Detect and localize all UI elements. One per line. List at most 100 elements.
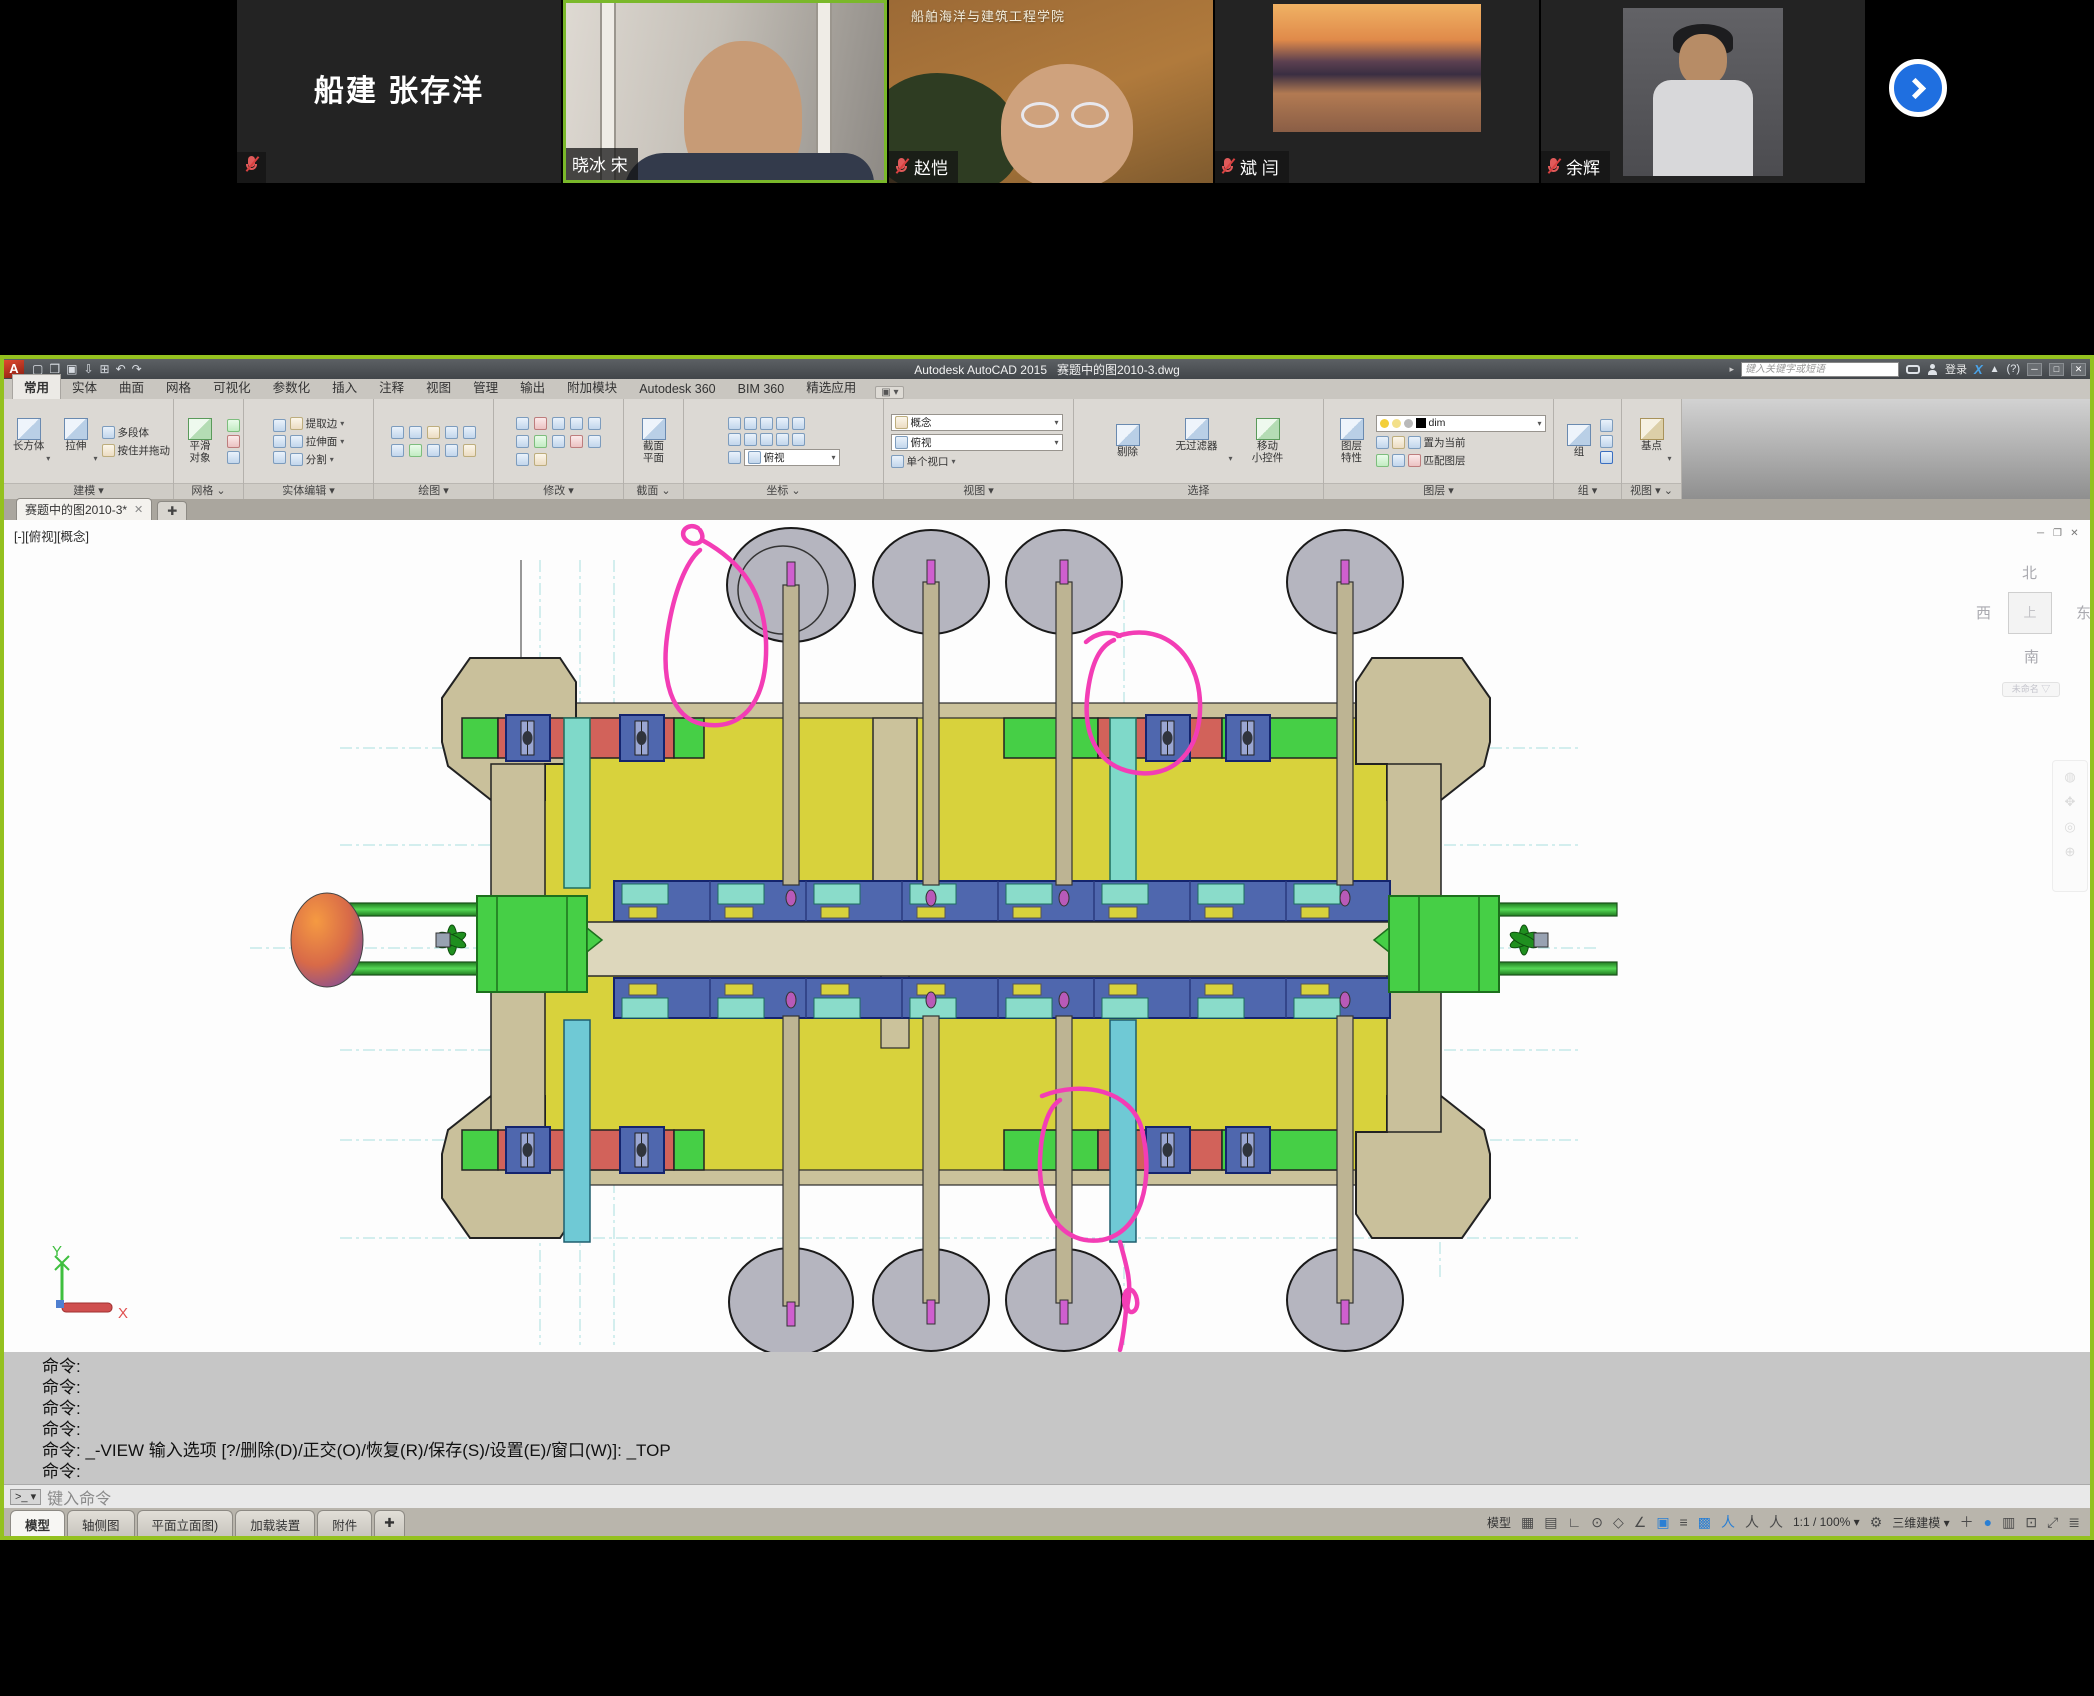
doc-minimize-icon[interactable]: ─	[2034, 528, 2047, 540]
tab-featured-apps[interactable]: 精选应用	[795, 375, 867, 399]
presspull-button[interactable]: 按住并拖动	[102, 443, 171, 458]
view-direction-dropdown[interactable]: 俯视▾	[891, 434, 1063, 451]
participant-tile[interactable]: 斌 闫	[1215, 0, 1539, 183]
viewcube-top-face[interactable]: 上	[2008, 592, 2052, 634]
customization-plus-icon[interactable]: ＋	[1960, 1512, 1974, 1532]
tab-surface[interactable]: 曲面	[108, 375, 155, 399]
polygon-icon[interactable]	[427, 444, 440, 457]
drawing-canvas[interactable]: Y X [-][俯视][概念] ─ ❐ ✕ 北 西 东 南 上 未命名 ▽ ◍ …	[4, 520, 2090, 1352]
ucs-zaxis-icon[interactable]	[776, 433, 789, 446]
hardware-acceleration-icon[interactable]: ●	[1984, 1514, 1992, 1530]
tab-solid[interactable]: 实体	[61, 375, 108, 399]
participant-tile[interactable]: 余辉	[1541, 0, 1865, 183]
box-button[interactable]: 长方体▾	[7, 418, 50, 464]
spline-icon[interactable]	[463, 426, 476, 439]
exchange-apps-icon[interactable]: ▲	[1990, 364, 2000, 375]
tab-home[interactable]: 常用	[12, 374, 61, 399]
ucs-z-icon[interactable]	[760, 433, 773, 446]
doc-restore-icon[interactable]: ❐	[2051, 528, 2064, 540]
command-input[interactable]: 键入命令	[47, 1485, 111, 1509]
match-layer-button[interactable]: 匹配图层	[1376, 453, 1466, 468]
workspace-gear-icon[interactable]: ⚙	[1870, 1514, 1883, 1531]
tab-parametric[interactable]: 参数化	[262, 375, 322, 399]
tab-visualize[interactable]: 可视化	[202, 375, 262, 399]
clean-screen-icon[interactable]: ⤢	[2047, 1514, 2058, 1531]
ucs-3point-icon[interactable]	[792, 433, 805, 446]
customize-menu-icon[interactable]: ≣	[2068, 1514, 2080, 1531]
panel-label[interactable]: 实体编辑 ▾	[244, 483, 373, 499]
copy-icon[interactable]	[570, 417, 583, 430]
new-drawing-tab-button[interactable]: ✚	[157, 501, 187, 520]
autodesk360-icon[interactable]: X	[1974, 362, 1983, 377]
signin-button[interactable]: 登录	[1945, 361, 1967, 377]
next-participants-button[interactable]	[1889, 59, 1947, 117]
panel-label[interactable]: 选择	[1074, 483, 1323, 499]
navigation-bar[interactable]: ◍ ✥ ◎ ⊕	[2052, 760, 2088, 892]
user-icon[interactable]	[1927, 364, 1938, 375]
viewcube-west[interactable]: 西	[1976, 602, 1991, 623]
fillet-icon[interactable]	[516, 435, 529, 448]
polar-tracking-icon[interactable]: ⊙	[1591, 1514, 1603, 1531]
panel-label[interactable]: 网格 ⌄	[174, 483, 243, 499]
ortho-icon[interactable]: ∟	[1568, 1514, 1582, 1530]
annotation-monitor-icon[interactable]: ▥	[2002, 1514, 2015, 1531]
ellipse-icon[interactable]	[409, 444, 422, 457]
ucs-view-dropdown[interactable]: 俯视▾	[744, 449, 840, 466]
new-layout-button[interactable]: ✚	[374, 1510, 404, 1536]
tab-mesh[interactable]: 网格	[155, 375, 202, 399]
stretch-icon[interactable]	[534, 453, 547, 466]
culling-button[interactable]: 剔除	[1099, 424, 1157, 458]
mirror-icon[interactable]	[588, 417, 601, 430]
viewcube-east[interactable]: 东	[2076, 602, 2090, 623]
polysolid-button[interactable]: 多段体	[102, 425, 150, 440]
tab-axonometric[interactable]: 轴侧图	[67, 1510, 135, 1536]
autoscale-icon[interactable]: 人	[1745, 1512, 1759, 1532]
hatch-icon[interactable]	[463, 444, 476, 457]
mesh-crease-icon[interactable]	[227, 451, 240, 464]
group-edit-icon[interactable]	[1600, 435, 1613, 448]
xline-icon[interactable]	[391, 444, 404, 457]
minimize-button[interactable]: ─	[2027, 363, 2042, 376]
section-plane-button[interactable]: 截面平面	[628, 418, 680, 464]
set-current-button[interactable]: 置为当前	[1376, 435, 1466, 450]
panel-label[interactable]: 图层 ▾	[1324, 483, 1553, 499]
command-prompt-icon[interactable]: >_ ▾	[10, 1489, 41, 1505]
close-button[interactable]: ✕	[2071, 363, 2086, 376]
group-select-icon[interactable]	[1600, 451, 1613, 464]
subtract-icon[interactable]	[273, 435, 286, 448]
doc-close-icon[interactable]: ✕	[2068, 528, 2081, 540]
ucs-object-icon[interactable]	[792, 417, 805, 430]
ribbon-display-toggle[interactable]: ▣ ▾	[875, 386, 904, 399]
layer-properties-button[interactable]: 图层特性	[1332, 418, 1372, 464]
panel-label[interactable]: 视图 ▾ ⌄	[1622, 483, 1681, 499]
participant-tile-active-speaker[interactable]: 晓冰 宋	[563, 0, 887, 183]
panel-label[interactable]: 组 ▾	[1554, 483, 1621, 499]
undo-icon[interactable]: ↶	[116, 362, 126, 376]
panel-label[interactable]: 视图 ▾	[884, 483, 1073, 499]
arc-icon[interactable]	[427, 426, 440, 439]
tab-attachment[interactable]: 附件	[317, 1510, 372, 1536]
tab-autodesk360[interactable]: Autodesk 360	[628, 380, 726, 399]
trim-icon[interactable]	[552, 417, 565, 430]
participant-tile[interactable]: 船舶海洋与建筑工程学院 赵恺	[889, 0, 1213, 183]
annotation-scale-icon[interactable]: 人	[1769, 1512, 1783, 1532]
viewcube-north[interactable]: 北	[2022, 562, 2037, 583]
expand-search-icon[interactable]: ▸	[1729, 364, 1734, 375]
panel-label[interactable]: 绘图 ▾	[374, 483, 493, 499]
extrude-button[interactable]: 拉伸▾	[54, 418, 97, 464]
explode-icon[interactable]	[588, 435, 601, 448]
ungroup-icon[interactable]	[1600, 419, 1613, 432]
steering-wheel-icon[interactable]: ◍	[2064, 769, 2075, 785]
annotation-visibility-icon[interactable]: 人	[1721, 1512, 1735, 1532]
redo-icon[interactable]: ↷	[132, 362, 142, 376]
group-button[interactable]: 组	[1562, 424, 1596, 458]
help-search-input[interactable]: 键入关键字或短语	[1741, 362, 1899, 377]
close-tab-icon[interactable]: ✕	[134, 503, 143, 516]
restore-button[interactable]: □	[2049, 363, 2064, 376]
erase-icon[interactable]	[570, 435, 583, 448]
snap-icon[interactable]: ▤	[1544, 1514, 1557, 1531]
filter-button[interactable]: 无过滤器▾	[1161, 418, 1233, 464]
panel-label[interactable]: 截面 ⌄	[624, 483, 683, 499]
line-icon[interactable]	[391, 426, 404, 439]
zoom-icon[interactable]: ◎	[2064, 819, 2075, 835]
